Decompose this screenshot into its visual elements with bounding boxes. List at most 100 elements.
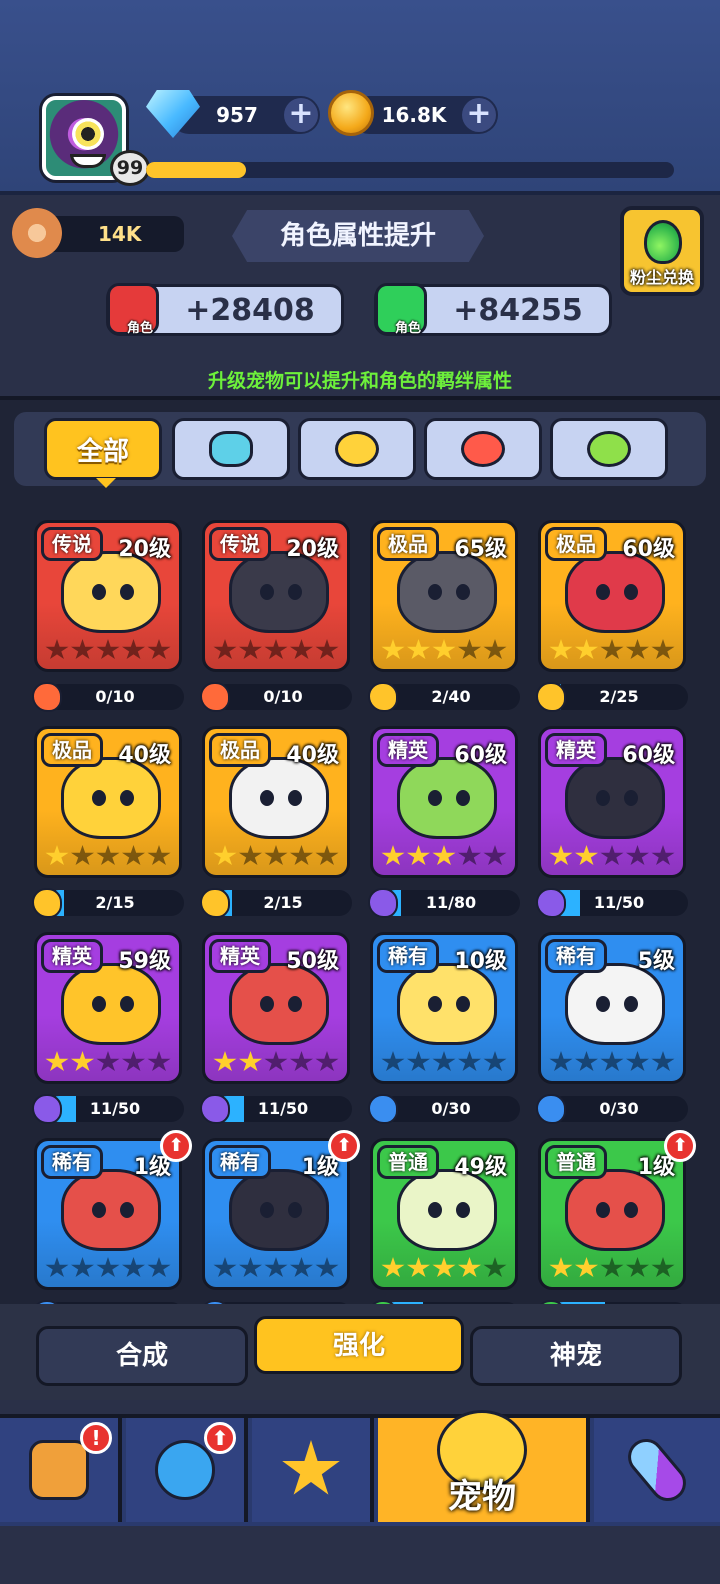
star-icon: [406, 1257, 431, 1278]
star-icon: [483, 1257, 507, 1278]
pet-shard-icon: [368, 888, 398, 918]
star-icon: [483, 1051, 507, 1072]
star-icon: [121, 1257, 146, 1278]
star-icon: [432, 1051, 456, 1072]
pet-card[interactable]: 极品 40级: [34, 726, 182, 878]
pet-card[interactable]: 精英 59级: [34, 932, 182, 1084]
pet-shard-count: 2/15: [263, 893, 303, 912]
star-icon: [45, 1051, 69, 1072]
nav-pets-label: 宠物: [448, 1477, 516, 1517]
pet-eye-icon: [120, 790, 134, 806]
health-bonus-value: +84255: [453, 293, 583, 328]
dust-exchange-button[interactable]: 粉尘兑换: [620, 206, 704, 296]
pet-shard-count: 11/50: [593, 893, 645, 912]
pet-shard-count: 2/25: [599, 687, 639, 706]
star-icon: [70, 1257, 95, 1278]
pet-shard-progress: 2/15: [46, 890, 184, 916]
tab-all[interactable]: 全部: [44, 418, 162, 480]
tab-dragon[interactable]: [550, 418, 668, 480]
star-icon: [600, 845, 624, 866]
gold-coin-icon: [328, 90, 374, 136]
star-icon: [600, 639, 624, 660]
pet-shard-count: 0/10: [263, 687, 303, 706]
star-icon: [70, 1051, 95, 1072]
avatar-mouth-icon: [70, 154, 106, 168]
pet-rarity-tag: 稀有: [377, 939, 439, 973]
pet-eye-icon: [120, 584, 134, 600]
nav-pets[interactable]: 宠物: [378, 1410, 590, 1522]
pet-shard-progress: 2/15: [214, 890, 352, 916]
xp-bar-fill: [146, 162, 247, 178]
star-icon: [315, 1051, 339, 1072]
star-icon: [238, 1257, 263, 1278]
attack-bonus: 角色 +28408: [106, 283, 344, 336]
star-icon: [70, 639, 95, 660]
nav-battle[interactable]: [252, 1418, 374, 1522]
pet-card[interactable]: 精英 60级: [538, 726, 686, 878]
enhance-button[interactable]: 强化: [254, 1316, 464, 1374]
pet-rarity-tag: 精英: [209, 939, 271, 973]
star-icon: [549, 639, 573, 660]
pet-card[interactable]: 稀有 10级: [370, 932, 518, 1084]
pet-grid: 传说 20级 0/10 传说 20级 0/10 极品 65级 2/40 极品 60级 2/25 极品 40…: [0, 508, 720, 1308]
pet-eye-icon: [120, 1202, 134, 1218]
pet-card[interactable]: 极品 40级: [202, 726, 350, 878]
star-icon: [406, 1051, 431, 1072]
tab-robot[interactable]: [172, 418, 290, 480]
pet-shard-icon: [32, 682, 62, 712]
pet-eye-icon: [428, 790, 442, 806]
pet-card[interactable]: 精英 60级: [370, 726, 518, 878]
pet-eye-icon: [288, 1202, 302, 1218]
pet-card[interactable]: 稀有 1级: [34, 1138, 182, 1290]
pet-shard-icon: [536, 1094, 566, 1124]
pet-eye-icon: [92, 584, 106, 600]
star-icon: [406, 845, 431, 866]
pet-rarity-tag: 极品: [209, 733, 271, 767]
pet-eye-icon: [288, 584, 302, 600]
pet-eye-icon: [596, 1202, 610, 1218]
pet-card[interactable]: 传说 20级: [202, 520, 350, 672]
tab-chick[interactable]: [298, 418, 416, 480]
health-bonus: 角色 +84255: [374, 283, 612, 336]
add-gems-button[interactable]: +: [284, 98, 318, 132]
robot-face-icon: [209, 431, 253, 467]
pet-card[interactable]: 精英 50级: [202, 932, 350, 1084]
star-icon: [457, 639, 482, 660]
pet-rarity-tag: 精英: [545, 733, 607, 767]
pet-portrait: [61, 963, 161, 1045]
pet-card[interactable]: 普通 49级: [370, 1138, 518, 1290]
pet-level: 10级: [454, 949, 507, 974]
pet-card[interactable]: 稀有 1级: [202, 1138, 350, 1290]
star-icon: [483, 845, 507, 866]
pet-card[interactable]: 稀有 5级: [538, 932, 686, 1084]
star-icon: [289, 639, 314, 660]
pet-card[interactable]: 极品 60级: [538, 520, 686, 672]
pet-card[interactable]: 极品 65级: [370, 520, 518, 672]
capsule-icon: [620, 1431, 694, 1509]
pet-card[interactable]: 普通 1级: [538, 1138, 686, 1290]
pet-rarity-tag: 精英: [41, 939, 103, 973]
add-coins-button[interactable]: +: [462, 98, 496, 132]
pet-star-rating: [45, 1257, 171, 1281]
pet-shard-count: 2/15: [95, 893, 135, 912]
pet-card[interactable]: 传说 20级: [34, 520, 182, 672]
upgrade-arrow-icon: ⬆: [160, 1130, 192, 1162]
star-icon: [457, 845, 482, 866]
pet-eye-icon: [624, 996, 638, 1012]
merge-button[interactable]: 合成: [36, 1326, 248, 1386]
star-icon: [147, 1257, 171, 1278]
avatar-eye-icon: [72, 118, 104, 150]
tab-fire[interactable]: [424, 418, 542, 480]
pet-rarity-tag: 普通: [545, 1145, 607, 1179]
star-icon: [574, 845, 599, 866]
divine-pet-button[interactable]: 神宠: [470, 1326, 682, 1386]
pet-level: 20级: [118, 537, 171, 562]
nav-items[interactable]: [594, 1418, 720, 1522]
pet-eye-icon: [260, 790, 274, 806]
star-icon: [600, 1257, 624, 1278]
star-icon: [574, 1051, 599, 1072]
star-icon: [600, 1051, 624, 1072]
star-icon: [121, 1051, 146, 1072]
pet-portrait: [229, 1169, 329, 1251]
pet-eye-icon: [428, 996, 442, 1012]
